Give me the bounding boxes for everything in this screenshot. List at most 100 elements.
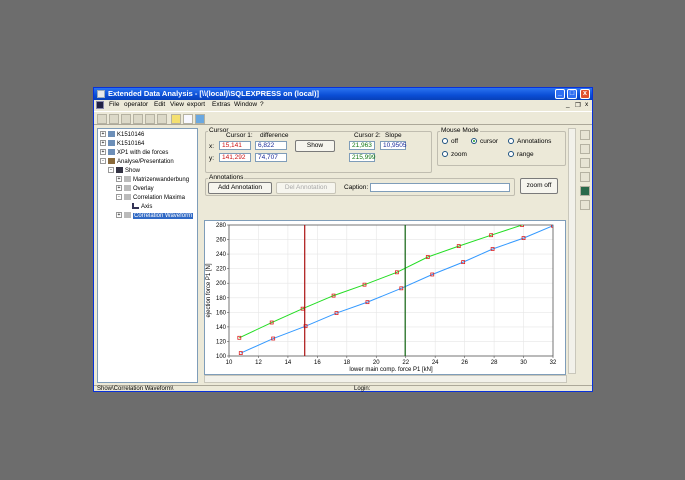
expand-icon[interactable]: +: [100, 149, 106, 156]
x-tick-label: 12: [255, 360, 262, 366]
side-table-icon[interactable]: [580, 158, 590, 168]
menu-view[interactable]: View: [170, 101, 184, 108]
y-tick-label: 220: [216, 267, 227, 273]
navigation-tree[interactable]: + K1510146 + K1510164 + XP1 with die forces…: [97, 128, 198, 383]
expand-icon[interactable]: +: [116, 176, 122, 183]
tree-item[interactable]: Axis: [132, 203, 152, 211]
mode-off-radio[interactable]: off: [442, 138, 458, 145]
caption-label: Caption:: [344, 184, 369, 191]
radio-off-icon[interactable]: [442, 138, 448, 145]
vertical-scrollbar[interactable]: [568, 128, 576, 374]
tree-item[interactable]: + Overlay: [116, 185, 154, 193]
tree-item-label: Analyse/Presentation: [117, 159, 174, 165]
side-wrench-icon[interactable]: [580, 200, 590, 210]
cursor1-y-field[interactable]: 141,292: [219, 153, 251, 162]
radio-off-icon[interactable]: [508, 151, 514, 158]
mode-cursor-radio[interactable]: cursor: [471, 138, 498, 145]
toolbar-copy-icon[interactable]: [133, 114, 143, 124]
menu-window[interactable]: Window: [234, 101, 257, 108]
expand-icon[interactable]: +: [116, 185, 122, 192]
cursor2-x-field[interactable]: 21,963: [349, 141, 375, 150]
close-button[interactable]: x: [580, 89, 590, 99]
radio-on-icon[interactable]: [471, 138, 477, 145]
slope-field[interactable]: 10,9505: [380, 141, 407, 150]
menu-bar: File operator Edit View export Extras Wi…: [94, 100, 592, 110]
cursor1-x-field[interactable]: 15,141: [219, 141, 251, 150]
expand-icon[interactable]: +: [116, 212, 122, 219]
mdi-close-button[interactable]: x: [585, 101, 588, 108]
x-tick-label: 32: [550, 360, 557, 366]
collapse-icon[interactable]: -: [108, 167, 114, 174]
tree-item[interactable]: + Matrizenwanderbung: [116, 176, 189, 184]
collapse-icon[interactable]: -: [100, 158, 106, 165]
toolbar-connect-icon[interactable]: [195, 114, 205, 124]
difference-y-field[interactable]: 74,707: [255, 153, 287, 162]
show-button[interactable]: Show: [295, 140, 335, 152]
menu-file[interactable]: File: [109, 101, 119, 108]
radio-off-icon[interactable]: [508, 138, 514, 145]
plot-area[interactable]: 10 12 14 16 18 20 22 24 26 28 30 32 100 120 140 160 180 2…: [204, 220, 566, 375]
difference-x-field[interactable]: 6,822: [255, 141, 287, 150]
add-annotation-button[interactable]: Add Annotation: [208, 182, 272, 194]
menu-operator[interactable]: operator: [124, 101, 148, 108]
tree-item-selected[interactable]: + Correlation Waveform: [116, 212, 194, 220]
tree-item[interactable]: + K1510164: [100, 140, 144, 148]
tree-item[interactable]: - Show: [108, 167, 140, 175]
tree-item[interactable]: - Correlation Maxima: [116, 194, 185, 202]
expand-icon[interactable]: +: [100, 140, 106, 147]
y-tick-label: 240: [216, 252, 227, 258]
toolbar-table-icon[interactable]: [145, 114, 155, 124]
radio-off-icon[interactable]: [442, 151, 448, 158]
chart-icon: [124, 212, 131, 219]
y-tick-label: 260: [216, 238, 227, 244]
mode-zoom-radio[interactable]: zoom: [442, 151, 467, 158]
tree-item[interactable]: + K1510146: [100, 131, 144, 139]
side-pin-icon[interactable]: [580, 130, 590, 140]
expand-icon[interactable]: +: [100, 131, 106, 138]
toolbar-new-icon[interactable]: [97, 114, 107, 124]
correlation-chart[interactable]: 10 12 14 16 18 20 22 24 26 28 30 32 100 120 140 160 180 2…: [205, 221, 565, 374]
side-curve-icon[interactable]: [580, 144, 590, 154]
mode-off-label: off: [451, 138, 459, 145]
menu-export[interactable]: export: [187, 101, 205, 108]
x-tick-label: 24: [432, 360, 439, 366]
toolbar-open-icon[interactable]: [109, 114, 119, 124]
document-icon[interactable]: [96, 101, 104, 109]
side-toolbar: [579, 128, 591, 268]
side-screen-icon[interactable]: [580, 186, 590, 196]
caption-input[interactable]: [370, 183, 510, 192]
tree-item[interactable]: + XP1 with die forces: [100, 149, 168, 157]
zoom-off-button[interactable]: zoom off: [520, 178, 558, 194]
mdi-restore-button[interactable]: ❐: [575, 101, 581, 109]
maximize-button[interactable]: □: [567, 89, 577, 99]
title-bar[interactable]: Extended Data Analysis - [\\(local)\SQLE…: [94, 88, 592, 100]
toolbar-gear-icon[interactable]: [121, 114, 131, 124]
tree-item[interactable]: - Analyse/Presentation: [100, 158, 174, 166]
toolbar-pencil-icon[interactable]: [171, 114, 181, 124]
monitor-icon: [116, 167, 123, 174]
menu-edit[interactable]: Edit: [154, 101, 165, 108]
collapse-icon[interactable]: -: [116, 194, 122, 201]
menu-help[interactable]: ?: [260, 101, 264, 108]
minimize-button[interactable]: _: [555, 89, 565, 99]
horizontal-scrollbar[interactable]: [204, 375, 567, 383]
del-annotation-button[interactable]: Del Annotation: [276, 182, 336, 194]
chart-icon: [124, 185, 131, 192]
cursor2-y-field[interactable]: 215,999: [349, 153, 376, 162]
y-tick-label: 200: [216, 281, 227, 287]
tree-item-label: Correlation Waveform: [133, 213, 194, 219]
mode-annotations-label: Annotations: [517, 138, 552, 145]
toolbar-delete-icon[interactable]: [157, 114, 167, 124]
mode-annotations-radio[interactable]: Annotations: [508, 138, 551, 145]
toolbar: [94, 111, 592, 125]
y-tick-label: 180: [216, 296, 227, 302]
mdi-minimize-button[interactable]: _: [566, 101, 570, 108]
app-window: Extended Data Analysis - [\\(local)\SQLE…: [93, 87, 593, 392]
mouse-mode-group: [437, 131, 566, 166]
menu-extras[interactable]: Extras: [212, 101, 230, 108]
tree-item-label: Correlation Maxima: [133, 195, 186, 201]
toolbar-help-icon[interactable]: [183, 114, 193, 124]
mode-range-radio[interactable]: range: [508, 151, 534, 158]
tree-item-label: XP1 with die forces: [117, 150, 169, 156]
side-ruler-icon[interactable]: [580, 172, 590, 182]
